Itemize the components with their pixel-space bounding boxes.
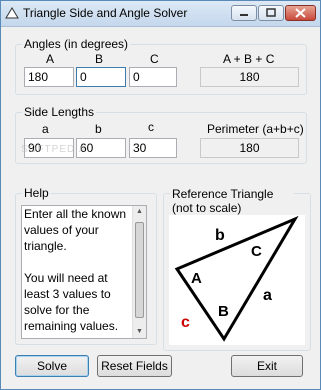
watermark: SOFTPEDIA bbox=[21, 144, 87, 155]
app-icon bbox=[5, 7, 19, 19]
help-text: Enter all the known values of your trian… bbox=[24, 207, 127, 333]
app-window: Triangle Side and Angle Solver Angles (i… bbox=[0, 0, 321, 390]
angle-sum-value: 180 bbox=[200, 67, 299, 87]
minimize-button[interactable] bbox=[231, 5, 257, 21]
help-scrollbar[interactable]: ▲ ▼ bbox=[132, 206, 146, 338]
angle-a-label: A bbox=[46, 52, 55, 66]
reference-triangle-panel: A B C a b c bbox=[169, 215, 305, 345]
maximize-icon bbox=[266, 8, 276, 17]
exit-button[interactable]: Exit bbox=[231, 355, 303, 377]
reference-legend: Reference Triangle (not to scale) bbox=[170, 187, 294, 215]
reset-fields-button[interactable]: Reset Fields bbox=[97, 355, 172, 377]
close-button[interactable] bbox=[285, 5, 316, 21]
side-b-label: b bbox=[95, 122, 102, 136]
maximize-button[interactable] bbox=[258, 5, 284, 21]
side-c-input[interactable]: 30 bbox=[129, 138, 177, 158]
side-c-diagram-label: c bbox=[181, 314, 190, 331]
title-bar[interactable]: Triangle Side and Angle Solver bbox=[1, 1, 320, 27]
side-a-diagram-label: a bbox=[263, 287, 272, 304]
perimeter-label: Perimeter (a+b+c) bbox=[207, 122, 304, 136]
window-title: Triangle Side and Angle Solver bbox=[23, 6, 188, 20]
vertex-a-label: A bbox=[191, 270, 202, 287]
angle-c-input[interactable]: 0 bbox=[129, 67, 177, 87]
angle-b-input[interactable]: 0 bbox=[76, 67, 126, 87]
scroll-up-icon[interactable]: ▲ bbox=[133, 206, 146, 218]
angle-b-label: B bbox=[95, 52, 104, 66]
scroll-down-icon[interactable]: ▼ bbox=[133, 326, 146, 338]
side-a-label: a bbox=[42, 122, 49, 136]
close-icon bbox=[295, 8, 306, 18]
angles-legend: Angles (in degrees) bbox=[22, 37, 131, 51]
angle-a-input[interactable]: 180 bbox=[24, 67, 74, 87]
side-c-label: c bbox=[148, 120, 154, 134]
scroll-thumb[interactable] bbox=[135, 222, 144, 318]
vertex-b-label: B bbox=[218, 303, 229, 320]
minimize-icon bbox=[240, 14, 248, 16]
sides-legend: Side Lengths bbox=[22, 105, 97, 119]
angle-c-label: C bbox=[150, 52, 159, 66]
side-b-diagram-label: b bbox=[215, 227, 225, 244]
perimeter-value: 180 bbox=[200, 138, 299, 158]
angle-sum-label: A + B + C bbox=[223, 52, 275, 66]
help-textbox[interactable]: Enter all the known values of your trian… bbox=[21, 205, 147, 339]
reference-triangle-diagram: A B C a b c bbox=[174, 215, 299, 342]
vertex-c-label: C bbox=[251, 243, 262, 260]
solve-button[interactable]: Solve bbox=[15, 355, 89, 377]
help-legend: Help bbox=[22, 186, 51, 200]
